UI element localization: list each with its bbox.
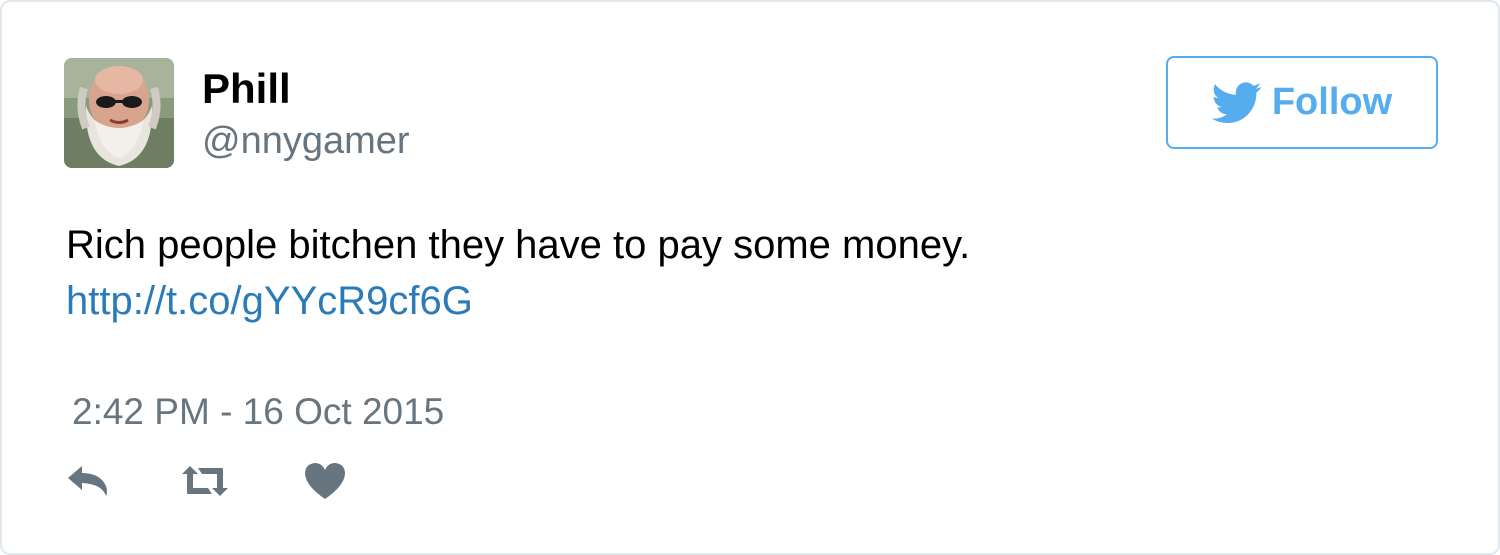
- tweet-link[interactable]: http://t.co/gYYcR9cf6G: [66, 273, 473, 329]
- author-display-name[interactable]: Phill: [202, 64, 291, 114]
- tweet-timestamp[interactable]: 2:42 PM - 16 Oct 2015: [72, 388, 444, 436]
- bearded-man-avatar-icon: [64, 58, 174, 168]
- reply-button[interactable]: [66, 457, 110, 505]
- twitter-bird-icon: [1211, 81, 1262, 123]
- tweet-card: Phill @nnygamer Follow Rich people bitch…: [0, 0, 1500, 555]
- author-handle[interactable]: @nnygamer: [202, 118, 410, 164]
- follow-button[interactable]: Follow: [1166, 56, 1438, 149]
- tweet-text: Rich people bitchen they have to pay som…: [66, 223, 971, 267]
- retweet-icon: [182, 466, 228, 496]
- author-avatar[interactable]: [64, 58, 174, 168]
- reply-icon: [68, 466, 107, 496]
- retweet-button[interactable]: [178, 457, 232, 505]
- like-button[interactable]: [304, 457, 346, 505]
- follow-button-label: Follow: [1271, 81, 1393, 123]
- heart-icon: [305, 463, 345, 499]
